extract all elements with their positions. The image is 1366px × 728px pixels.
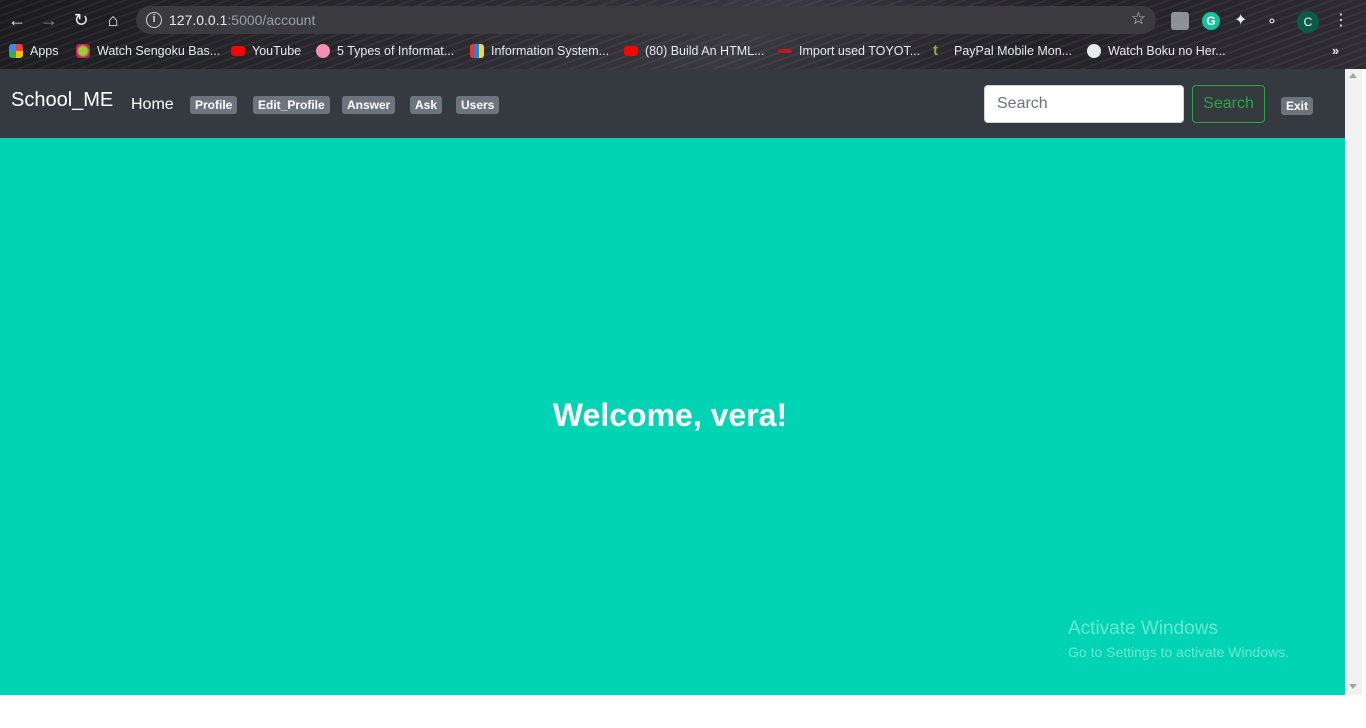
apps-grid-icon	[9, 44, 23, 58]
search-input[interactable]	[984, 85, 1184, 123]
back-arrow-icon[interactable]: ←	[7, 10, 27, 30]
bookmark-label: YouTube	[252, 44, 302, 58]
menu-dots-icon[interactable]: ⋮	[1333, 12, 1349, 30]
nav-edit-profile-badge[interactable]: Edit_Profile	[253, 96, 330, 114]
search-button[interactable]: Search	[1192, 85, 1265, 123]
globe-icon	[1087, 44, 1101, 58]
vertical-scrollbar[interactable]	[1345, 69, 1362, 695]
exit-badge[interactable]: Exit	[1281, 97, 1314, 115]
scroll-down-arrow-icon[interactable]	[1349, 684, 1357, 689]
browser-nav-row: ← → ↻ ⌂ i 127.0.0.1:5000/account ☆ G ✦ ⚬…	[0, 4, 1366, 36]
address-bar[interactable]: i 127.0.0.1:5000/account ☆	[136, 6, 1156, 34]
scroll-up-arrow-icon[interactable]	[1349, 73, 1357, 78]
bookmark-build-html[interactable]: (80) Build An HTML...	[624, 42, 765, 60]
nav-answer-badge[interactable]: Answer	[342, 96, 396, 114]
bookmark-boku-no-hero[interactable]: Watch Boku no Her...	[1087, 42, 1226, 60]
welcome-heading: Welcome, vera!	[552, 397, 788, 433]
address-url[interactable]: 127.0.0.1:5000/account	[169, 12, 315, 28]
reload-icon[interactable]: ↻	[71, 10, 91, 30]
site-info-icon[interactable]: i	[146, 12, 162, 28]
more-bookmarks-icon[interactable]: »	[1332, 42, 1339, 60]
bookmark-label: Watch Sengoku Bas...	[97, 44, 221, 58]
bookmark-sengoku[interactable]: Watch Sengoku Bas...	[76, 42, 220, 60]
bookmark-apps[interactable]: Apps	[9, 42, 59, 60]
page: School_ME Home Profile Edit_Profile Answ…	[0, 69, 1345, 695]
bookmark-import-toyota[interactable]: Import used TOYOT...	[778, 42, 920, 60]
bookmark-label: (80) Build An HTML...	[645, 44, 765, 58]
bookmarks-bar: Apps Watch Sengoku Bas... YouTube 5 Type…	[0, 38, 1366, 64]
forward-arrow-icon[interactable]: →	[39, 10, 59, 30]
bookmark-paypal[interactable]: t PayPal Mobile Mon...	[933, 42, 1072, 60]
top-navbar: School_ME Home Profile Edit_Profile Answ…	[0, 69, 1345, 138]
bookmark-label: Watch Boku no Her...	[1108, 44, 1226, 58]
bookmark-label: PayPal Mobile Mon...	[954, 44, 1073, 58]
bookmark-label: Import used TOYOT...	[799, 44, 921, 58]
key-icon[interactable]: ⚬	[1266, 12, 1284, 30]
bookmark-types-information[interactable]: 5 Types of Informat...	[316, 42, 454, 60]
bookmark-label: Information System...	[491, 44, 610, 58]
nav-profile-badge[interactable]: Profile	[190, 96, 238, 114]
home-icon[interactable]: ⌂	[103, 10, 123, 30]
welcome-section: Welcome, vera! Activate Windows Go to Se…	[0, 138, 1345, 695]
nav-home-link[interactable]: Home	[131, 96, 174, 114]
info-system-icon	[470, 44, 484, 58]
bookmark-label: Apps	[30, 44, 59, 58]
profile-avatar[interactable]: C	[1297, 11, 1319, 33]
grammarly-icon[interactable]: G	[1202, 12, 1220, 30]
sengoku-icon	[76, 44, 90, 58]
bookmark-star-icon[interactable]: ☆	[1131, 9, 1146, 29]
bookmark-youtube[interactable]: YouTube	[231, 42, 301, 60]
nav-ask-badge[interactable]: Ask	[410, 96, 443, 114]
nav-users-badge[interactable]: Users	[456, 96, 500, 114]
bookmark-label: 5 Types of Informat...	[337, 44, 455, 58]
extensions-puzzle-icon[interactable]: ✦	[1234, 12, 1252, 30]
youtube-icon	[624, 46, 638, 56]
brand-link[interactable]: School_ME	[11, 89, 113, 112]
code-extension-icon[interactable]	[1171, 12, 1189, 30]
bottom-blank-area	[0, 695, 1366, 728]
youtube-icon	[231, 46, 245, 56]
activate-windows-subtitle: Go to Settings to activate Windows.	[1068, 644, 1289, 660]
url-host: 127.0.0.1	[169, 12, 228, 28]
bookmark-information-system[interactable]: Information System...	[470, 42, 609, 60]
activate-windows-title: Activate Windows	[1068, 618, 1218, 639]
pink-circle-icon	[316, 44, 330, 58]
url-path: :5000/account	[227, 12, 316, 28]
car-icon	[778, 49, 792, 53]
t-letter-icon: t	[933, 42, 938, 59]
